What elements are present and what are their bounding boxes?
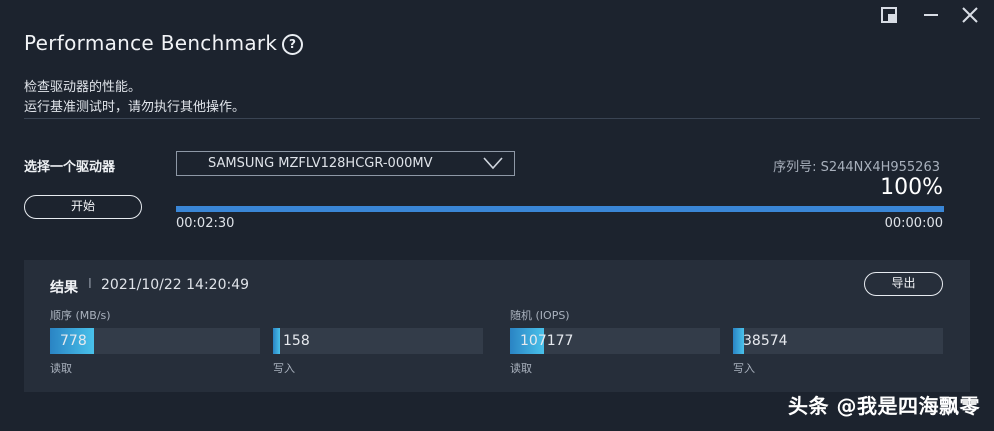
drive-select-value: SAMSUNG MZFLV128HCGR-000MV [208,156,433,171]
random-write-bar: 38574 [733,328,943,354]
restore-icon[interactable] [880,6,898,28]
random-write-value: 38574 [743,333,788,349]
sequential-write-fill [273,328,281,354]
sequential-write-label: 写入 [273,362,295,375]
random-read-bar: 107177 [510,328,720,354]
watermark: 头条 @我是四海飘零 [788,394,980,418]
page-title: Performance Benchmark [24,31,278,55]
export-button[interactable]: 导出 [864,272,943,296]
results-timestamp: 2021/10/22 14:20:49 [101,277,250,293]
elapsed-time: 00:02:30 [176,216,235,231]
random-read-value: 107177 [520,333,574,349]
sequential-read-value: 778 [60,333,87,349]
sequential-read-label: 读取 [50,362,72,375]
random-label: 随机 (IOPS) [510,309,570,322]
results-label: 结果 [50,280,78,296]
progress-bar-fill [176,206,944,212]
sequential-read-bar: 778 [50,328,260,354]
minimize-icon[interactable] [922,6,940,28]
random-write-fill [733,328,744,354]
results-separator: I [88,277,92,292]
description-line-2: 运行基准测试时，请勿执行其他操作。 [24,100,246,115]
sequential-write-value: 158 [283,333,310,349]
sequential-label: 顺序 (MB/s) [50,309,111,322]
remaining-time: 00:00:00 [884,216,943,231]
close-icon[interactable] [961,6,979,28]
drive-select-label: 选择一个驱动器 [24,160,116,175]
random-write-label: 写入 [733,362,755,375]
progress-percent: 100% [880,175,943,200]
divider [24,118,980,119]
chevron-down-icon [482,155,504,175]
random-read-label: 读取 [510,362,532,375]
description-line-1: 检查驱动器的性能。 [24,80,142,95]
progress-bar [176,206,944,212]
drive-select[interactable]: SAMSUNG MZFLV128HCGR-000MV [176,151,515,176]
serial-number: 序列号: S244NX4H955263 [773,160,940,175]
help-icon[interactable]: ? [282,34,303,55]
sequential-write-bar: 158 [273,328,483,354]
start-button[interactable]: 开始 [24,195,142,219]
